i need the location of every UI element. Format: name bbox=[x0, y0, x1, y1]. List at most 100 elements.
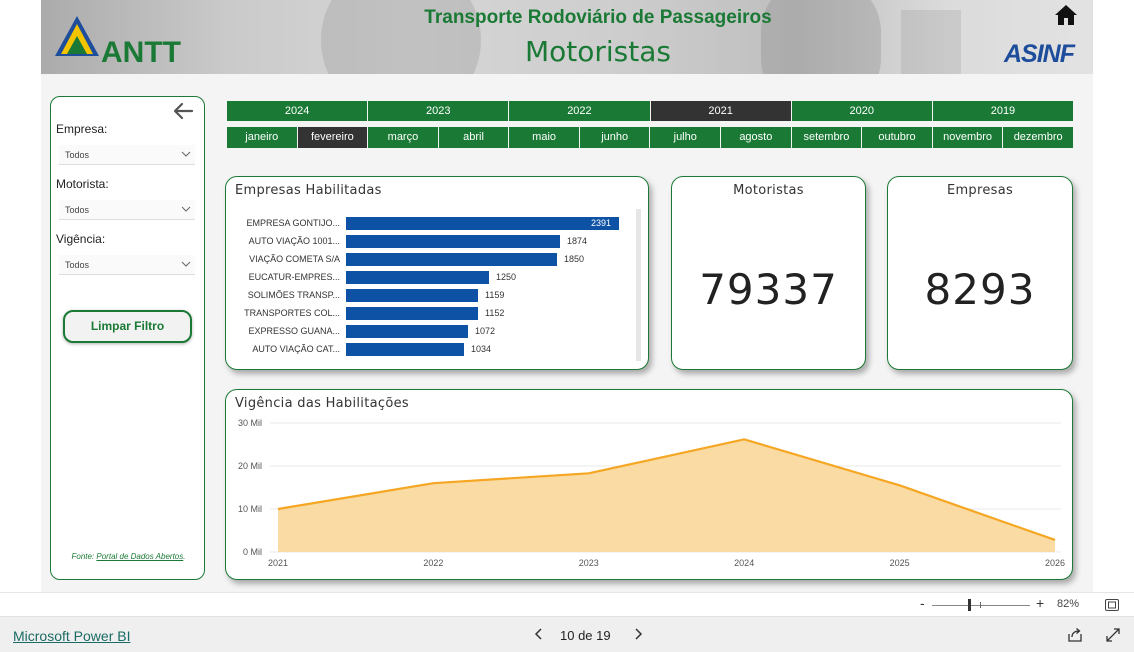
month-option-setembro[interactable]: setembro bbox=[791, 127, 862, 148]
source-link[interactable]: Portal de Dados Abertos bbox=[96, 552, 183, 561]
zoom-bar: - + 82% bbox=[0, 592, 1134, 616]
motoristas-value: 79337 bbox=[699, 265, 838, 314]
header-banner: ANTT Transporte Rodoviário de Passageiro… bbox=[41, 0, 1093, 74]
bar-value-label: 2391 bbox=[591, 218, 612, 228]
bar-row[interactable]: TRANSPORTES COL... 1152 bbox=[226, 307, 650, 321]
powerbi-link[interactable]: Microsoft Power BI bbox=[13, 628, 130, 644]
bar-row[interactable]: AUTO VIAÇÃO CAT... 1034 bbox=[226, 343, 650, 357]
year-option-2021[interactable]: 2021 bbox=[650, 101, 791, 121]
chevron-right-icon[interactable] bbox=[631, 626, 645, 642]
month-option-maio[interactable]: maio bbox=[509, 127, 579, 148]
motoristas-title: Motoristas bbox=[733, 183, 804, 198]
month-option-julho[interactable]: julho bbox=[650, 127, 721, 148]
back-arrow-icon[interactable] bbox=[172, 101, 194, 121]
bar-value-label: 1152 bbox=[485, 308, 505, 318]
y-tick-label: 10 Mil bbox=[238, 504, 262, 514]
clear-filter-button[interactable]: Limpar Filtro bbox=[63, 310, 192, 343]
bar[interactable] bbox=[346, 343, 464, 356]
home-icon[interactable] bbox=[1054, 4, 1078, 26]
empresas-habilitadas-card: Empresas Habilitadas EMPRESA GONTIJO... 2… bbox=[225, 176, 649, 370]
bar-label: EXPRESSO GUANA... bbox=[248, 326, 340, 336]
footer-bar: Microsoft Power BI 10 de 19 bbox=[0, 616, 1134, 652]
bar[interactable] bbox=[346, 235, 560, 248]
zoom-in-button[interactable]: + bbox=[1036, 595, 1044, 611]
bar[interactable] bbox=[346, 289, 478, 302]
empresas-card: Empresas 8293 bbox=[887, 176, 1073, 370]
year-option-2020[interactable]: 2020 bbox=[791, 101, 932, 121]
bar-value-label: 1159 bbox=[485, 290, 505, 300]
bar-label: VIAÇÃO COMETA S/A bbox=[249, 254, 340, 264]
month-option-março[interactable]: março bbox=[368, 127, 438, 148]
month-option-novembro[interactable]: novembro bbox=[932, 127, 1003, 148]
page-indicator: 10 de 19 bbox=[560, 628, 611, 643]
powerbi-viewer: ANTT Transporte Rodoviário de Passageiro… bbox=[0, 0, 1134, 652]
share-icon[interactable] bbox=[1067, 627, 1083, 643]
year-option-2022[interactable]: 2022 bbox=[509, 101, 650, 121]
zoom-slider-track[interactable] bbox=[932, 605, 1030, 606]
motorista-dropdown-value: Todos bbox=[65, 205, 90, 215]
report-canvas: ANTT Transporte Rodoviário de Passageiro… bbox=[41, 0, 1093, 592]
y-tick-label: 20 Mil bbox=[238, 461, 262, 471]
zoom-level: 82% bbox=[1057, 598, 1080, 610]
bar-row[interactable]: EUCATUR-EMPRES... 1250 bbox=[226, 271, 650, 285]
x-tick-label: 2023 bbox=[579, 558, 599, 568]
chart-scrollbar[interactable] bbox=[636, 209, 641, 361]
month-option-abril[interactable]: abril bbox=[438, 127, 509, 148]
x-tick-label: 2025 bbox=[890, 558, 910, 568]
bar[interactable] bbox=[346, 253, 557, 266]
bar[interactable] bbox=[346, 325, 468, 338]
bar-row[interactable]: AUTO VIAÇÃO 1001... 1874 bbox=[226, 235, 650, 249]
bar-row[interactable]: EMPRESA GONTIJO... 2391 bbox=[226, 217, 650, 231]
empresa-dropdown-value: Todos bbox=[65, 150, 90, 160]
source-note: Fonte: Portal de Dados Abertos. bbox=[71, 552, 186, 561]
fit-to-page-icon[interactable] bbox=[1105, 599, 1119, 611]
antt-logo: ANTT bbox=[55, 16, 181, 66]
motorista-filter-label: Motorista: bbox=[56, 177, 109, 191]
bar-row[interactable]: SOLIMÕES TRANSP... 1159 bbox=[226, 289, 650, 303]
bar-chart: EMPRESA GONTIJO... 2391 AUTO VIAÇÃO 1001..… bbox=[226, 177, 650, 371]
svg-text:ANTT: ANTT bbox=[101, 36, 181, 66]
bar-label: AUTO VIAÇÃO 1001... bbox=[248, 236, 340, 246]
x-tick-label: 2026 bbox=[1045, 558, 1065, 568]
month-option-junho[interactable]: junho bbox=[579, 127, 650, 148]
page-title: Motoristas bbox=[524, 35, 671, 68]
bar-label: TRANSPORTES COL... bbox=[244, 308, 340, 318]
empresa-dropdown[interactable]: Todos bbox=[59, 145, 195, 165]
motorista-dropdown[interactable]: Todos bbox=[59, 200, 195, 220]
bar-value-label: 1034 bbox=[471, 344, 492, 354]
month-option-outubro[interactable]: outubro bbox=[862, 127, 932, 148]
x-tick-label: 2022 bbox=[423, 558, 443, 568]
filter-panel: Empresa: Todos Motorista: Todos Vigência… bbox=[50, 96, 205, 580]
bar-label: EMPRESA GONTIJO... bbox=[246, 218, 340, 228]
zoom-out-button[interactable]: - bbox=[920, 595, 925, 611]
year-option-2023[interactable]: 2023 bbox=[368, 101, 509, 121]
month-option-agosto[interactable]: agosto bbox=[721, 127, 791, 148]
chevron-left-icon[interactable] bbox=[532, 626, 546, 642]
bar[interactable] bbox=[346, 271, 489, 284]
vigencia-dropdown-value: Todos bbox=[65, 260, 90, 270]
bar-row[interactable]: VIAÇÃO COMETA S/A 1850 bbox=[226, 253, 650, 267]
chevron-down-icon bbox=[181, 206, 191, 212]
asinf-logo: ASINF bbox=[1004, 40, 1075, 68]
y-tick-label: 30 Mil bbox=[238, 418, 262, 428]
month-option-janeiro[interactable]: janeiro bbox=[227, 127, 297, 148]
x-tick-label: 2021 bbox=[268, 558, 288, 568]
zoom-slider-thumb[interactable] bbox=[968, 599, 971, 611]
empresa-filter-label: Empresa: bbox=[56, 122, 108, 136]
empresas-title: Empresas bbox=[946, 183, 1014, 198]
bar-row[interactable]: EXPRESSO GUANA... 1072 bbox=[226, 325, 650, 339]
motoristas-card: Motoristas 79337 bbox=[671, 176, 866, 370]
year-option-2024[interactable]: 2024 bbox=[227, 101, 368, 121]
area-chart: 0 Mil 10 Mil 20 Mil 30 Mil 2021 2022 2023 2024 2… bbox=[238, 418, 1065, 568]
month-option-fevereiro[interactable]: fevereiro bbox=[297, 127, 368, 148]
vigencia-dropdown[interactable]: Todos bbox=[59, 255, 195, 275]
bar[interactable] bbox=[346, 217, 619, 230]
month-option-dezembro[interactable]: dezembro bbox=[1003, 127, 1073, 148]
month-slicer: janeiro fevereiro março abril maio junho julho… bbox=[227, 127, 1074, 148]
fullscreen-icon[interactable] bbox=[1106, 628, 1120, 642]
bar[interactable] bbox=[346, 307, 478, 320]
vigencia-card: Vigência das Habilitações 0 Mil 10 Mil 20 … bbox=[225, 389, 1073, 580]
bar-value-label: 1850 bbox=[564, 254, 585, 264]
year-option-2019[interactable]: 2019 bbox=[932, 101, 1074, 121]
bar-label: SOLIMÕES TRANSP... bbox=[247, 290, 340, 300]
